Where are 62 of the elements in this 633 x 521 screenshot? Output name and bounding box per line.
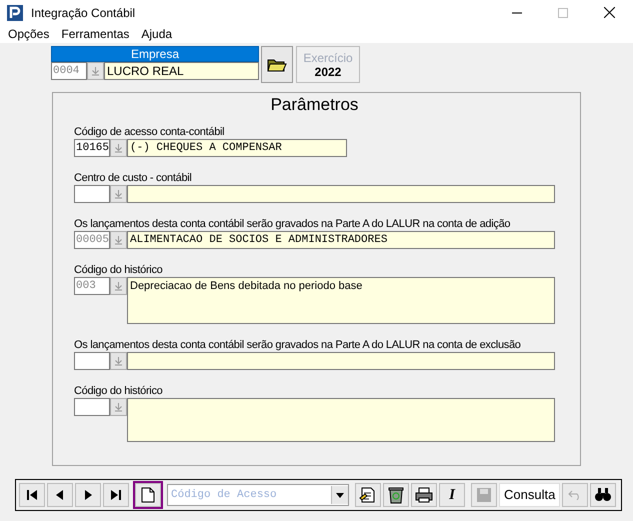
lookup-button[interactable] <box>110 398 127 416</box>
code-field[interactable]: 10165 <box>74 139 110 157</box>
lookup-button[interactable] <box>110 231 127 249</box>
down-arrow-icon <box>114 356 123 366</box>
binoculars-button[interactable] <box>590 483 616 507</box>
previous-button[interactable] <box>47 483 73 507</box>
down-arrow-icon <box>114 402 123 412</box>
lookup-button[interactable] <box>110 139 127 157</box>
lookup-button[interactable] <box>110 277 127 295</box>
panel-title: Parâmetros <box>270 95 360 115</box>
italic-button[interactable]: I <box>439 483 465 507</box>
exercicio-label: Exercício <box>303 50 353 64</box>
down-arrow-icon <box>114 281 123 291</box>
document-icon <box>141 487 155 503</box>
window-title: Integração Contábil <box>31 6 136 20</box>
trash-bin-icon <box>388 486 404 504</box>
menu-item[interactable]: Ajuda <box>141 27 172 41</box>
lookup-button[interactable] <box>110 352 127 370</box>
right-triangle-icon <box>84 490 92 500</box>
down-arrow-icon <box>114 143 123 153</box>
lookup-button[interactable] <box>87 62 104 80</box>
print-button[interactable] <box>411 483 437 507</box>
dropdown-arrow-icon <box>336 492 344 498</box>
down-arrow-icon <box>114 189 123 199</box>
first-icon <box>27 490 37 500</box>
left-triangle-icon <box>56 490 64 500</box>
description-memo: Depreciacao de Bens debitada no periodo base <box>127 277 555 324</box>
field-label: Os lançamentos desta conta contábil serão gravados na Parte A do LALUR na conta de exclusão <box>74 338 522 352</box>
edit-document-button[interactable] <box>355 483 381 507</box>
code-field[interactable] <box>74 398 110 416</box>
company-name-field: LUCRO REAL <box>104 62 259 80</box>
field-label: Código do histórico <box>74 384 164 398</box>
field-label: Os lançamentos desta conta contábil serão gravados na Parte A do LALUR na conta de adição <box>74 217 512 231</box>
menu-item[interactable]: Opções <box>8 27 50 41</box>
down-arrow-icon <box>91 66 100 76</box>
printer-icon <box>415 487 433 503</box>
open-folder-button[interactable] <box>261 46 293 83</box>
field-label: Centro de custo - contábil <box>74 171 193 185</box>
company-code-field[interactable]: 0004 <box>51 62 87 80</box>
last-icon <box>111 490 121 500</box>
lookup-button[interactable] <box>110 185 127 203</box>
folder-icon <box>267 56 287 72</box>
empresa-header: Empresa <box>51 46 259 62</box>
next-button[interactable] <box>75 483 101 507</box>
code-field[interactable] <box>74 185 110 203</box>
first-record-button[interactable] <box>19 483 45 507</box>
last-record-button[interactable] <box>103 483 129 507</box>
binoculars-icon <box>594 488 612 502</box>
new-document-button[interactable] <box>135 483 161 507</box>
code-field[interactable] <box>74 352 110 370</box>
app-icon <box>7 4 23 20</box>
description-field: ALIMENTACAO DE SOCIOS E ADMINISTRADORES <box>127 231 555 249</box>
description-field: (-) CHEQUES A COMPENSAR <box>127 139 347 157</box>
menu-item[interactable]: Ferramentas <box>61 27 130 41</box>
mode-field: Consulta <box>499 483 560 507</box>
exercicio-value: 2022 <box>314 64 342 78</box>
field-label: Código de acesso conta-contábil <box>74 125 226 139</box>
recycle-bin-button[interactable] <box>383 483 409 507</box>
pencil-document-icon <box>359 486 377 504</box>
close-icon[interactable] <box>604 7 615 18</box>
down-arrow-icon <box>114 235 123 245</box>
field-label: Código do histórico <box>74 263 164 277</box>
